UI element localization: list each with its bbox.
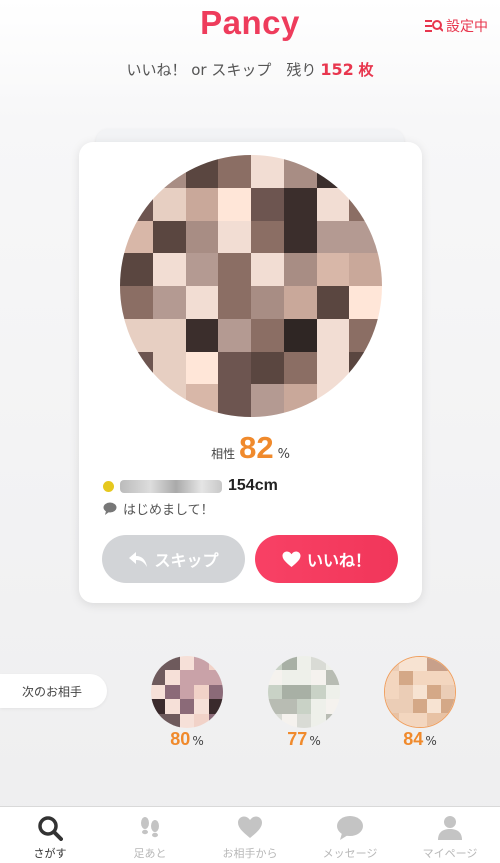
- online-status-dot: [103, 480, 114, 492]
- next-candidates-label: 次のお相手: [0, 674, 107, 708]
- heart-icon: [238, 816, 262, 838]
- filter-settings-button[interactable]: 設定中: [425, 16, 488, 36]
- tab-label: さがす: [33, 847, 67, 860]
- tab-label: メッセージ: [322, 847, 378, 860]
- search-icon: [38, 816, 63, 841]
- tab-mypage[interactable]: マイページ: [400, 807, 500, 863]
- compat-label: 相性: [211, 447, 236, 461]
- remaining-unit: 枚: [358, 61, 374, 79]
- skip-button[interactable]: スキップ: [102, 535, 245, 583]
- tab-messages[interactable]: メッセージ: [300, 807, 400, 863]
- filter-icon: [425, 20, 443, 32]
- candidate-compat: 77%: [268, 729, 340, 750]
- tab-label: 足あと: [133, 847, 167, 860]
- tab-label: マイページ: [422, 847, 478, 860]
- tab-from-partners[interactable]: お相手から: [200, 807, 300, 863]
- candidate-compat: 84%: [384, 729, 456, 750]
- profile-card[interactable]: 相性 82% 154cm はじめまして！ スキップ いいね！: [79, 142, 422, 603]
- remaining-prompt: いいね！ or スキップ 残り: [126, 61, 317, 79]
- candidate-compat: 80%: [151, 729, 223, 750]
- tab-footprints[interactable]: 足あと: [100, 807, 200, 863]
- compat-unit: %: [277, 447, 290, 462]
- like-button[interactable]: いいね！: [255, 535, 398, 583]
- profile-photo: [120, 155, 382, 417]
- candidate-photo[interactable]: [384, 656, 456, 728]
- footprint-icon: [141, 817, 159, 838]
- compatibility: 相性 82%: [79, 430, 422, 466]
- settings-label: 設定中: [446, 19, 488, 35]
- candidate-compat-unit: %: [425, 734, 437, 748]
- candidate-photo[interactable]: [268, 656, 340, 728]
- speech-bubble-icon: [103, 502, 117, 515]
- back-arrow-icon: [129, 551, 148, 567]
- profile-height: 154cm: [228, 477, 278, 494]
- heart-icon: [282, 551, 301, 567]
- remaining-count: 152: [320, 60, 354, 79]
- profile-info: 154cm: [103, 477, 278, 495]
- remaining-text: いいね！ or スキップ 残り 152 枚: [0, 59, 500, 80]
- person-icon: [438, 816, 462, 840]
- blurred-name: [120, 479, 222, 493]
- candidate-photo[interactable]: [151, 656, 223, 728]
- candidate-compat-value: 84: [403, 729, 424, 749]
- skip-label: スキップ: [154, 551, 219, 570]
- profile-greeting: はじめまして！: [103, 499, 214, 518]
- tab-label: お相手から: [222, 847, 278, 860]
- like-label: いいね！: [306, 551, 371, 570]
- candidate-compat-unit: %: [192, 734, 204, 748]
- message-icon: [337, 816, 363, 840]
- candidate-compat-value: 80: [170, 729, 191, 749]
- candidate-compat-value: 77: [287, 729, 308, 749]
- compat-value: 82: [239, 430, 274, 465]
- candidate-compat-unit: %: [309, 734, 321, 748]
- greeting-text: はじめまして！: [123, 503, 214, 518]
- tab-search[interactable]: さがす: [0, 807, 100, 863]
- bottom-tab-bar: さがす 足あと お相手から メッセージ マイページ: [0, 806, 500, 863]
